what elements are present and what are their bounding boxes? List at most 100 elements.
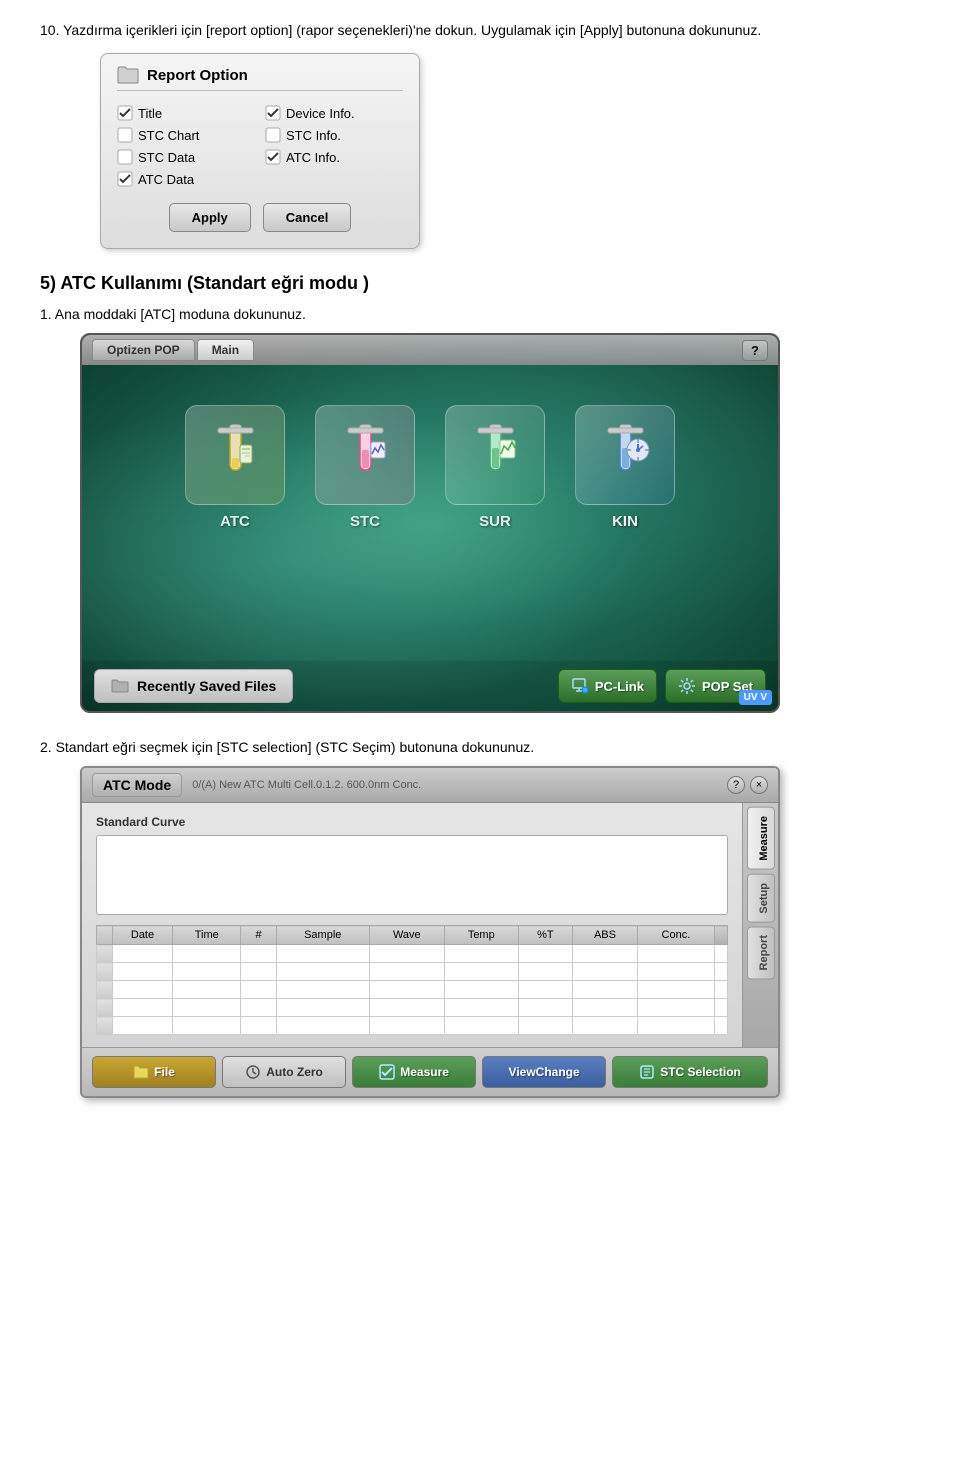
option-stc-data[interactable]: STC Data [117,149,255,165]
atc-dialog-body: Standard Curve Date Time # Sample Wave T… [82,803,778,1047]
option-stc-chart[interactable]: STC Chart [117,127,255,143]
atc-close-button[interactable]: × [750,776,768,794]
option-stc-info[interactable]: STC Info. [265,127,403,143]
sur-icon [468,420,523,490]
col-temp: Temp [444,926,518,945]
curve-display [96,835,728,915]
kin-icon [598,420,653,490]
apply-button[interactable]: Apply [169,203,251,232]
option-atc-data[interactable]: ATC Data [117,171,255,187]
temp-cell-1 [444,945,518,963]
standard-curve-label: Standard Curve [96,815,728,829]
hash-cell-2 [241,963,276,981]
time-cell-1 [173,945,241,963]
scroll-cell-1 [715,945,728,963]
col-abs: ABS [573,926,638,945]
report-option-grid: Title Device Info. STC Chart STC Info. [117,105,403,187]
col-time: Time [173,926,241,945]
option-title[interactable]: Title [117,105,255,121]
row-num-3 [97,981,113,999]
col-pct-t: %T [518,926,573,945]
autozero-button[interactable]: Auto Zero [222,1056,346,1088]
viewchange-button[interactable]: ViewChange [482,1056,606,1088]
file-folder-icon [133,1065,149,1079]
table-row [97,999,728,1017]
pc-link-button[interactable]: PC-Link [558,669,657,703]
check-icon-atc-data [117,171,133,187]
wave-cell-1 [369,945,444,963]
atc-main-content: Standard Curve Date Time # Sample Wave T… [82,803,742,1047]
col-wave: Wave [369,926,444,945]
folder-icon [117,66,139,84]
option-atc-info[interactable]: ATC Info. [265,149,403,165]
wave-cell-2 [369,963,444,981]
stc-icon [338,420,393,490]
pc-link-icon [571,677,589,695]
atc-subtitle: 0/(A) New ATC Multi Cell.0.1.2. 600.0nm … [192,779,421,791]
stc-selection-button-label: STC Selection [660,1065,741,1079]
circle-arrow-icon [245,1064,261,1080]
conc-cell-1 [637,945,714,963]
standard-curve-section: Standard Curve [96,815,728,915]
col-date: Date [113,926,173,945]
col-conc: Conc. [637,926,714,945]
option-stc-data-label: STC Data [138,150,195,165]
step2-text: 2. Standart eğri seçmek için [STC select… [40,737,920,758]
check-icon-atc-info [265,149,281,165]
step1-text: 1. Ana moddaki [ATC] moduna dokununuz. [40,304,920,325]
section5-heading: 5) ATC Kullanımı (Standart eğri modu ) [40,273,920,294]
stc-selection-button[interactable]: STC Selection [612,1056,768,1088]
report-option-title: Report Option [117,66,403,91]
atc-title-area: ATC Mode 0/(A) New ATC Multi Cell.0.1.2.… [92,773,421,797]
main-screen-bottom-bar: Recently Saved Files PC-Link POP Set [82,661,778,711]
atc-help-button[interactable]: ? [727,776,745,794]
col-rownum [97,926,113,945]
time-cell-2 [173,963,241,981]
recently-saved-button[interactable]: Recently Saved Files [94,669,293,703]
step10-text: 10. Yazdırma içerikleri için [report opt… [40,20,920,41]
atc-sidebar: Measure Setup Report [742,803,778,1047]
main-screen: Optizen POP Main ? ATC [80,333,780,713]
sample-cell-2 [276,963,369,981]
table-row [97,1017,728,1035]
abs-cell-2 [573,963,638,981]
stc-selection-icon [639,1064,655,1080]
cancel-button[interactable]: Cancel [263,203,352,232]
col-scroll[interactable] [715,926,728,945]
measure-checkmark-icon [379,1064,395,1080]
table-row [97,945,728,963]
option-device-info[interactable]: Device Info. [265,105,403,121]
report-option-title-text: Report Option [147,67,248,84]
measure-button[interactable]: Measure [352,1056,476,1088]
atc-dialog-controls: ? × [727,776,768,794]
sidebar-tab-setup[interactable]: Setup [747,874,775,923]
viewchange-button-label: ViewChange [509,1065,580,1079]
check-icon-title [117,105,133,121]
pct-t-cell-2 [518,963,573,981]
option-title-label: Title [138,106,162,121]
option-atc-info-label: ATC Info. [286,150,340,165]
abs-cell-1 [573,945,638,963]
option-device-label: Device Info. [286,106,355,121]
bottom-right-buttons: PC-Link POP Set [558,669,766,703]
sidebar-tab-measure[interactable]: Measure [747,807,775,870]
file-button[interactable]: File [92,1056,216,1088]
sidebar-tab-report[interactable]: Report [747,926,775,979]
check-icon-stc-info [265,127,281,143]
report-option-dialog: Report Option Title Device Info. STC Cha… [100,53,420,249]
option-stc-chart-label: STC Chart [138,128,199,143]
swirl-background [82,335,778,711]
table-row [97,963,728,981]
atc-mode-dialog: ATC Mode 0/(A) New ATC Multi Cell.0.1.2.… [80,766,780,1098]
recently-saved-label: Recently Saved Files [137,678,276,694]
check-icon-device [265,105,281,121]
date-cell-3 [113,981,173,999]
data-table: Date Time # Sample Wave Temp %T ABS Conc… [96,925,728,1035]
check-icon-stc-chart [117,127,133,143]
col-sample: Sample [276,926,369,945]
pct-t-cell-1 [518,945,573,963]
row-num-5 [97,1017,113,1035]
date-cell-1 [113,945,173,963]
temp-cell-2 [444,963,518,981]
conc-cell-2 [637,963,714,981]
